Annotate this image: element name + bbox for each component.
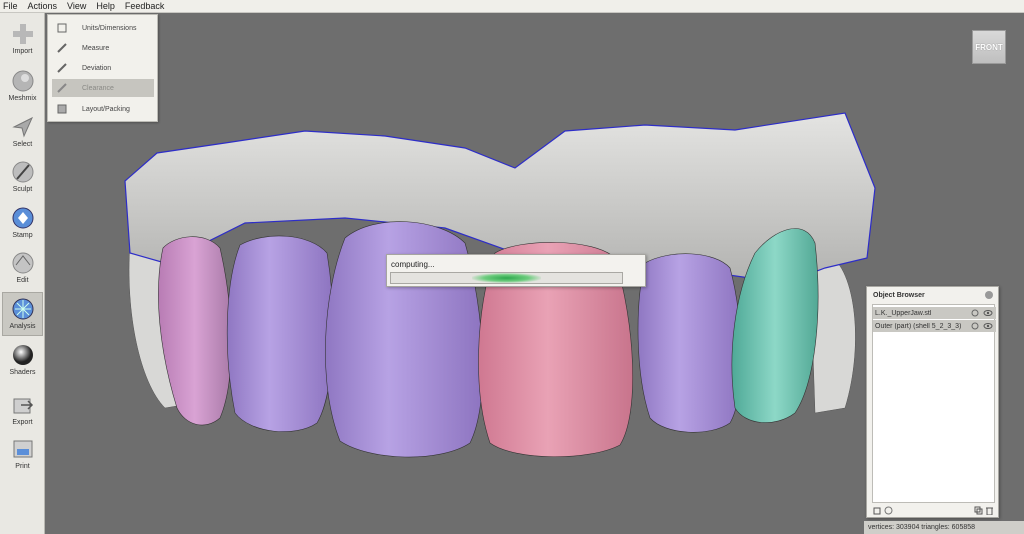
analysis-submenu: Units/Dimensions Measure Deviation Clear…: [47, 14, 158, 122]
units-icon: [56, 22, 68, 34]
tool-select[interactable]: Select: [2, 111, 43, 155]
brush-icon: [10, 159, 36, 185]
print-icon: [10, 436, 36, 462]
tool-label: Select: [12, 141, 33, 148]
status-text: vertices: 303904 triangles: 605858: [868, 524, 976, 531]
progress-dialog: computing...: [386, 254, 646, 287]
menu-feedback[interactable]: Feedback: [125, 1, 165, 11]
tool-print[interactable]: Print: [2, 433, 43, 477]
refresh-icon[interactable]: [970, 308, 980, 318]
meshmix-icon: [10, 68, 36, 94]
menu-actions[interactable]: Actions: [28, 1, 58, 11]
object-name: L.K._UpperJaw.stl: [875, 309, 932, 317]
menu-item-deviation[interactable]: Deviation: [52, 59, 154, 77]
tool-stamp[interactable]: Stamp: [2, 202, 43, 246]
menu-item-layout-packing[interactable]: Layout/Packing: [52, 100, 154, 118]
menu-bar: File Actions View Help Feedback: [0, 0, 1024, 13]
tool-export[interactable]: Export: [2, 389, 43, 433]
menu-item-label: Deviation: [82, 64, 112, 72]
status-bar: vertices: 303904 triangles: 605858: [864, 521, 1024, 534]
menu-item-label: Clearance: [82, 84, 114, 92]
duplicate-icon[interactable]: [973, 505, 984, 516]
menu-view[interactable]: View: [67, 1, 86, 11]
object-browser-toolbar: [872, 504, 995, 517]
list-item[interactable]: Outer (part) (shell 5_2_3_3): [873, 320, 996, 332]
eye-icon[interactable]: [983, 321, 993, 331]
object-browser-title: Object Browser: [873, 292, 925, 299]
menu-item-label: Units/Dimensions: [82, 24, 137, 32]
object-browser-panel: Object Browser L.K._UpperJaw.stl Outer (…: [866, 286, 999, 518]
tool-edit[interactable]: Edit: [2, 247, 43, 291]
tool-label: Analysis: [9, 323, 36, 330]
packing-icon: [56, 103, 68, 115]
view-cube-label: FRONT: [975, 42, 1003, 52]
tool-import[interactable]: Import: [2, 18, 43, 62]
tool-shaders[interactable]: Shaders: [2, 339, 43, 383]
refresh-icon[interactable]: [970, 321, 980, 331]
object-name: Outer (part) (shell 5_2_3_3): [875, 322, 962, 330]
menu-item-measure[interactable]: Measure: [52, 39, 154, 57]
stamp-icon: [10, 205, 36, 231]
deviation-icon: [56, 62, 68, 74]
export-icon: [10, 392, 36, 418]
analysis-icon: [10, 296, 36, 322]
menu-item-label: Layout/Packing: [82, 105, 130, 113]
clearance-icon: [56, 82, 68, 94]
edit-icon: [10, 250, 36, 276]
object-list: L.K._UpperJaw.stl Outer (part) (shell 5_…: [872, 304, 996, 503]
tool-label: Sculpt: [12, 186, 33, 193]
progress-bar: [390, 272, 623, 284]
menu-help[interactable]: Help: [96, 1, 115, 11]
menu-item-clearance[interactable]: Clearance: [52, 79, 154, 97]
progress-fill: [471, 273, 542, 283]
close-icon[interactable]: [985, 291, 993, 299]
shaders-sphere-icon: [10, 342, 36, 368]
left-toolbar: Import Meshmix Select Sculpt Stamp Edit: [0, 13, 45, 534]
cube-icon[interactable]: [872, 505, 883, 516]
tool-sculpt[interactable]: Sculpt: [2, 156, 43, 200]
tool-label: Meshmix: [8, 95, 37, 102]
view-cube[interactable]: FRONT: [972, 30, 1006, 64]
tool-analysis[interactable]: Analysis: [2, 292, 43, 336]
tool-label: Print: [15, 463, 30, 470]
select-arrow-icon: [10, 114, 36, 140]
list-item[interactable]: L.K._UpperJaw.stl: [873, 307, 996, 319]
tool-label: Import: [12, 48, 33, 55]
trash-icon[interactable]: [984, 505, 995, 516]
tool-meshmix[interactable]: Meshmix: [2, 65, 43, 109]
menu-item-units-dimensions[interactable]: Units/Dimensions: [52, 19, 154, 37]
tool-label: Export: [12, 419, 33, 426]
eye-icon[interactable]: [983, 308, 993, 318]
tool-label: Edit: [16, 277, 29, 284]
plus-icon: [10, 21, 36, 47]
menu-file[interactable]: File: [3, 1, 18, 11]
tool-label: Shaders: [9, 369, 36, 376]
history-icon[interactable]: [883, 505, 894, 516]
ruler-icon: [56, 42, 68, 54]
progress-text: computing...: [391, 260, 435, 269]
tool-label: Stamp: [12, 232, 33, 239]
menu-item-label: Measure: [82, 44, 110, 52]
